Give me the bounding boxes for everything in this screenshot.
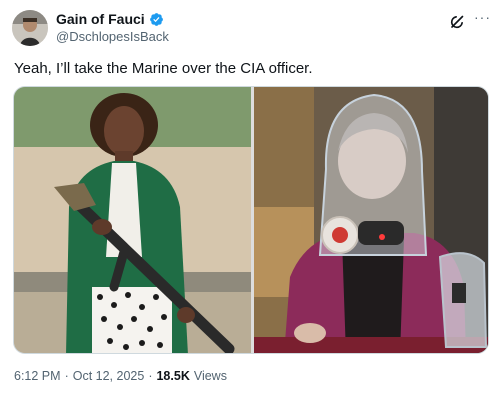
media-grid[interactable] <box>13 86 489 354</box>
author-handle[interactable]: @DschlopesIsBack <box>56 29 169 44</box>
author-name-row: Gain of Fauci <box>56 11 164 27</box>
verified-badge-icon <box>149 12 163 26</box>
views-count[interactable]: 18.5K <box>156 369 189 383</box>
tweet-card[interactable]: Gain of Fauci @DschlopesIsBack ··· Yeah,… <box>0 0 500 401</box>
media-photo-left[interactable] <box>14 87 251 353</box>
tweet-meta: 6:12 PM · Oct 12, 2025 · 18.5K Views <box>14 369 227 383</box>
tweet-date[interactable]: Oct 12, 2025 <box>73 369 145 383</box>
author-avatar[interactable] <box>12 10 48 46</box>
author-display-name[interactable]: Gain of Fauci <box>56 11 145 27</box>
meta-separator: · <box>148 369 153 383</box>
grok-icon[interactable] <box>449 12 467 30</box>
tweet-time[interactable]: 6:12 PM <box>14 369 61 383</box>
tweet-text: Yeah, I’ll take the Marine over the CIA … <box>14 60 313 77</box>
views-label: Views <box>193 369 227 383</box>
meta-separator: · <box>64 369 69 383</box>
more-options-icon[interactable]: ··· <box>474 10 491 24</box>
media-photo-right[interactable] <box>254 87 488 353</box>
